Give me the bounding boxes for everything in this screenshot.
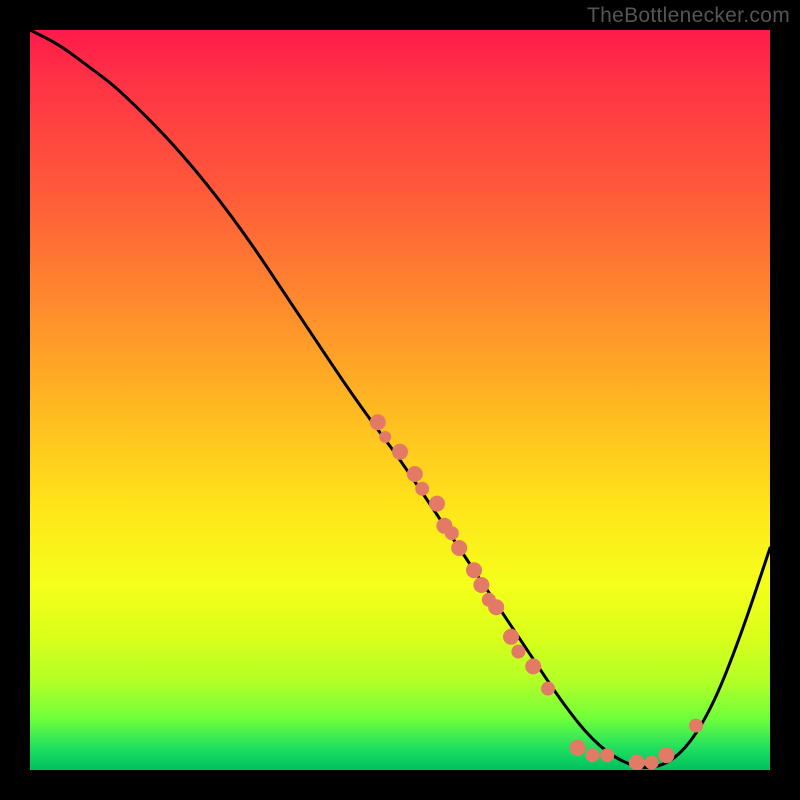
data-marker [445, 526, 459, 540]
chart-overlay-svg [30, 30, 770, 770]
watermark-text: TheBottlenecker.com [587, 4, 790, 28]
chart-root: TheBottlenecker.com [0, 0, 800, 800]
plot-area [30, 30, 770, 770]
data-marker [392, 444, 408, 460]
data-marker [488, 599, 504, 615]
data-marker [511, 645, 525, 659]
data-marker [585, 748, 599, 762]
data-marker [525, 658, 541, 674]
data-marker [370, 414, 386, 430]
data-marker [503, 629, 519, 645]
data-marker [407, 466, 423, 482]
data-marker [429, 496, 445, 512]
data-marker [379, 431, 391, 443]
data-marker [645, 756, 659, 770]
data-marker [415, 482, 429, 496]
bottleneck-curve-path [30, 30, 770, 768]
data-marker [473, 577, 489, 593]
marker-layer [370, 414, 703, 770]
data-marker [541, 682, 555, 696]
data-marker [658, 747, 674, 763]
data-marker [600, 748, 614, 762]
data-marker [466, 562, 482, 578]
data-marker [689, 719, 703, 733]
data-marker [629, 755, 645, 770]
data-marker [570, 740, 586, 756]
data-marker [451, 540, 467, 556]
